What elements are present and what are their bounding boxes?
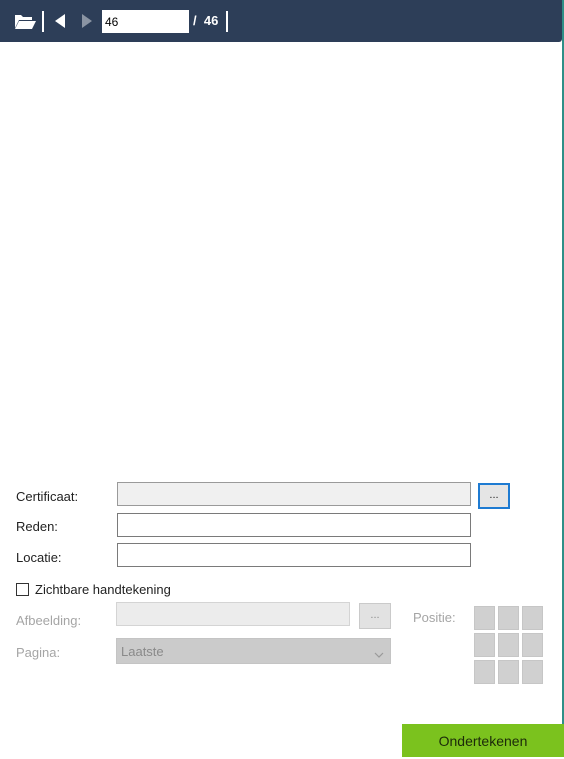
toolbar-separator [226, 11, 228, 32]
certificate-browse-button[interactable]: ... [478, 483, 510, 509]
location-input[interactable] [117, 543, 471, 567]
sign-button[interactable]: Ondertekenen [402, 724, 564, 757]
position-bottom-center[interactable] [498, 660, 519, 684]
position-top-right[interactable] [522, 606, 543, 630]
page-total: / 46 [193, 13, 219, 28]
page-label: Pagina: [16, 645, 61, 660]
position-bottom-left[interactable] [474, 660, 495, 684]
image-label: Afbeelding: [16, 613, 82, 628]
position-top-left[interactable] [474, 606, 495, 630]
reason-label: Reden: [16, 519, 58, 534]
toolbar-separator [42, 11, 44, 32]
position-middle-left[interactable] [474, 633, 495, 657]
image-browse-button[interactable]: ... [359, 603, 391, 629]
reason-input[interactable] [117, 513, 471, 537]
visible-signature-checkbox[interactable] [16, 583, 29, 596]
chevron-down-icon [374, 647, 384, 662]
position-middle-right[interactable] [522, 633, 543, 657]
next-page-icon[interactable] [81, 13, 93, 32]
page-select[interactable]: Laatste [116, 638, 391, 664]
folder-open-icon[interactable] [14, 12, 37, 34]
certificate-label: Certificaat: [16, 489, 79, 504]
position-top-center[interactable] [498, 606, 519, 630]
certificate-field[interactable] [117, 482, 471, 506]
image-field[interactable] [116, 602, 350, 626]
visible-signature-label[interactable]: Zichtbare handtekening [35, 582, 171, 597]
position-bottom-right[interactable] [522, 660, 543, 684]
page-number-input[interactable] [102, 10, 189, 33]
toolbar: / 46 [0, 0, 562, 42]
location-label: Locatie: [16, 550, 62, 565]
previous-page-icon[interactable] [54, 13, 66, 32]
page-select-value: Laatste [121, 644, 164, 659]
position-middle-center[interactable] [498, 633, 519, 657]
position-label: Positie: [413, 610, 456, 625]
